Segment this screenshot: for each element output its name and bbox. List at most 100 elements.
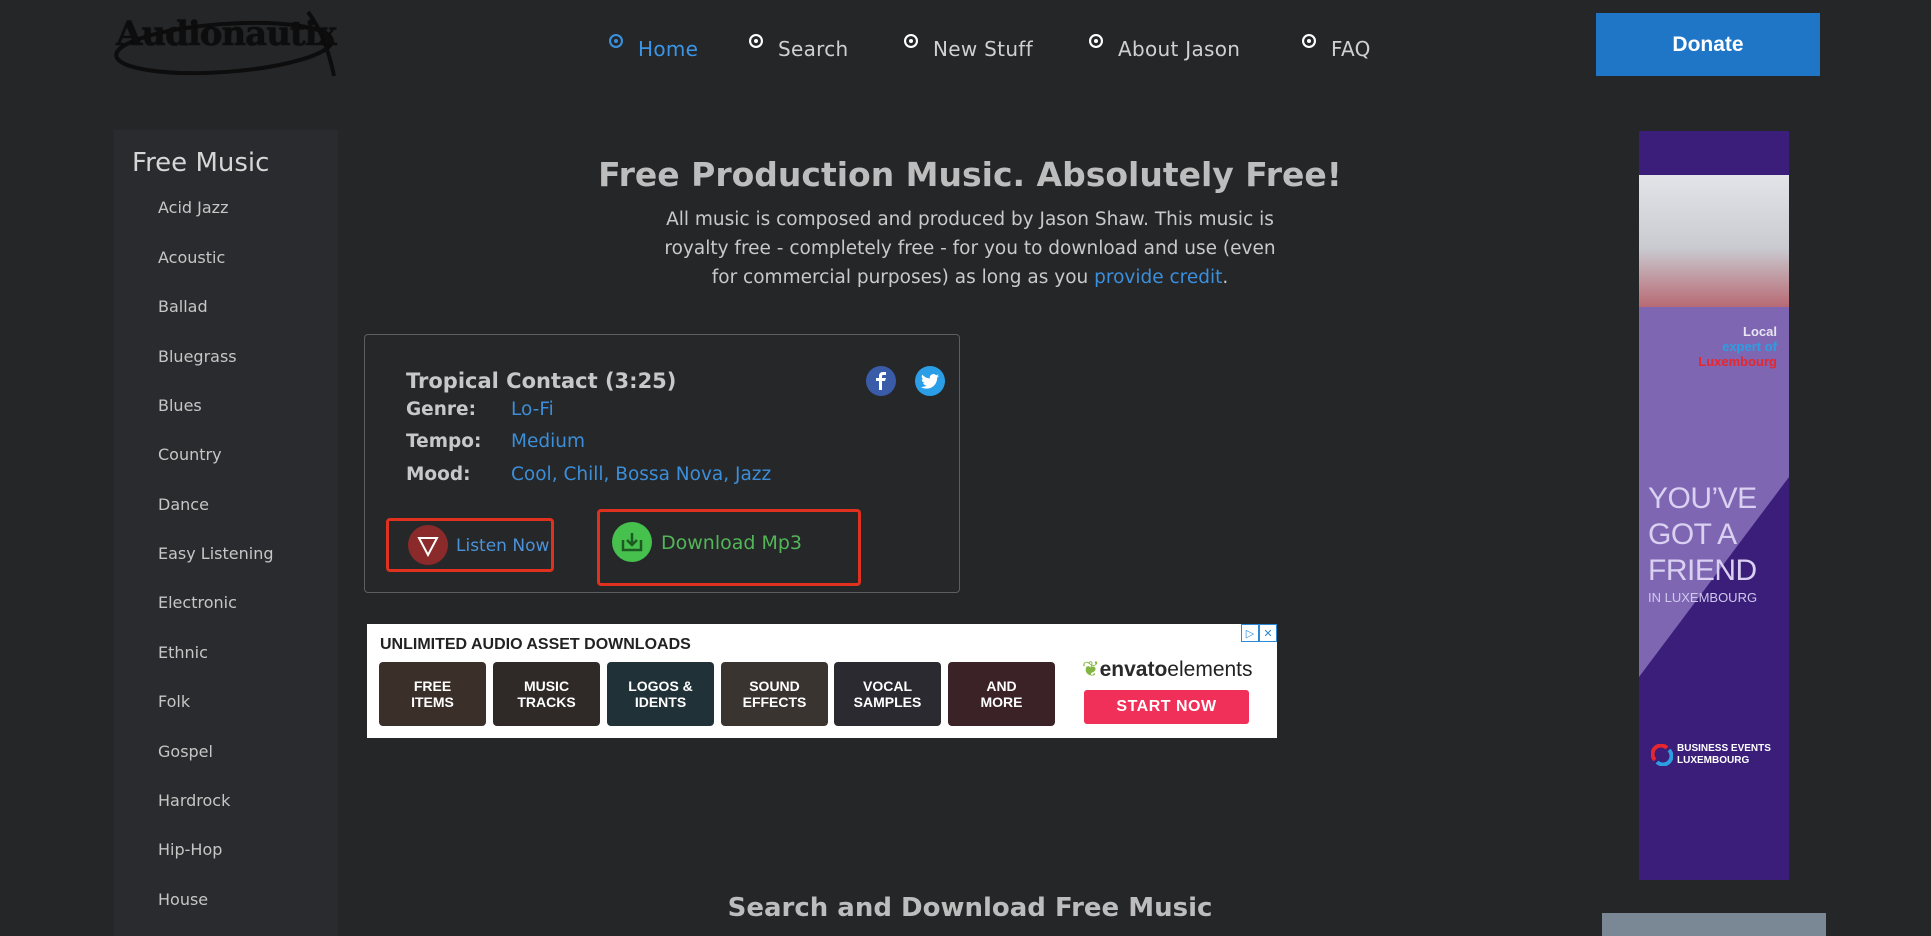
ad-tile-line: LOGOS & <box>628 678 693 694</box>
business-events-logo-icon <box>1651 744 1673 766</box>
ad-tile-logos-idents[interactable]: LOGOS & IDENTS <box>607 662 714 726</box>
mood-links[interactable]: Cool, Chill, Bossa Nova, Jazz <box>511 464 771 485</box>
luxembourg-side-ad[interactable]: Local expert of Luxembourg YOU’VE GOT A … <box>1639 131 1789 880</box>
sidebar-title: Free Music <box>132 148 270 178</box>
sidebar-item-ballad[interactable]: Ballad <box>158 297 208 316</box>
page-title: Free Production Music. Absolutely Free! <box>598 155 1342 194</box>
sidebar-item-gospel[interactable]: Gospel <box>158 742 213 761</box>
ad-local-line: Local <box>1743 324 1777 339</box>
ad-expert-line: expert of <box>1722 339 1777 354</box>
ad-tile-line: AND <box>986 678 1017 694</box>
intro-line-3: for commercial purposes) as long as you <box>711 267 1095 288</box>
sidebar-item-bluegrass[interactable]: Bluegrass <box>158 347 237 366</box>
ad-tile-vocal-samples[interactable]: VOCAL SAMPLES <box>834 662 941 726</box>
start-now-button[interactable]: START NOW <box>1084 690 1249 724</box>
ad-tile-line: EFFECTS <box>742 694 807 710</box>
twitter-share-icon[interactable] <box>915 366 945 396</box>
ad-lux-line: Luxembourg <box>1698 354 1777 369</box>
ad-local-text: Local expert of Luxembourg <box>1698 324 1777 369</box>
nav-about-jason-label: About Jason <box>1118 37 1241 61</box>
listen-now-label: Listen Now <box>456 536 550 556</box>
mood-label: Mood: <box>406 464 471 485</box>
ad-tile-line: SAMPLES <box>853 694 922 710</box>
genre-label: Genre: <box>406 399 476 420</box>
nav-bullet-icon <box>1302 34 1316 48</box>
download-icon <box>612 522 652 562</box>
search-section-heading: Search and Download Free Music <box>727 893 1213 923</box>
nav-bullet-icon <box>904 34 918 48</box>
ad-tile-sound-effects[interactable]: SOUND EFFECTS <box>721 662 828 726</box>
ad-brand-line-2: LUXEMBOURG <box>1677 755 1750 766</box>
ad-tile-line: ITEMS <box>411 694 454 710</box>
ad-choices[interactable]: ▷ ✕ <box>1241 624 1277 642</box>
genre-link[interactable]: Lo-Fi <box>511 399 554 420</box>
nav-faq-label: FAQ <box>1331 37 1371 61</box>
intro-period: . <box>1222 267 1229 288</box>
ad-tile-line: MORE <box>980 694 1023 710</box>
ad-photo <box>1639 175 1789 307</box>
ad-tile-line: SOUND <box>749 678 800 694</box>
tempo-link[interactable]: Medium <box>511 431 585 452</box>
sidebar-item-folk[interactable]: Folk <box>158 692 190 711</box>
ad-tile-line: FREE <box>413 678 452 694</box>
ad-brand-line-1: BUSINESS EVENTS <box>1677 743 1771 754</box>
ad-big-line-3: FRIEND <box>1648 554 1757 587</box>
play-triangle-icon <box>408 525 448 565</box>
logo-text: Audionautix <box>116 14 337 54</box>
ad-tile-and-more[interactable]: AND MORE <box>948 662 1055 726</box>
nav-new-stuff-label: New Stuff <box>933 37 1033 61</box>
sidebar-item-acoustic[interactable]: Acoustic <box>158 248 225 267</box>
nav-home[interactable]: Home <box>609 30 698 61</box>
nav-bullet-icon <box>609 34 623 48</box>
sidebar-item-blues[interactable]: Blues <box>158 396 202 415</box>
envato-ad-banner[interactable]: UNLIMITED AUDIO ASSET DOWNLOADS FREE ITEM… <box>367 624 1277 738</box>
sidebar-item-hardrock[interactable]: Hardrock <box>158 791 230 810</box>
ad-close-icon[interactable]: ✕ <box>1259 624 1277 642</box>
sidebar-item-easy-listening[interactable]: Easy Listening <box>158 544 274 563</box>
ad-tile-line: IDENTS <box>634 694 687 710</box>
adchoices-icon[interactable]: ▷ <box>1241 624 1259 642</box>
donate-button[interactable]: Donate <box>1596 13 1820 76</box>
sidebar-item-country[interactable]: Country <box>158 445 222 464</box>
nav-bullet-icon <box>1089 34 1103 48</box>
nav-search-label: Search <box>778 37 849 61</box>
ad-headline: UNLIMITED AUDIO ASSET DOWNLOADS <box>380 636 691 653</box>
ad-tile-line: MUSIC <box>523 678 570 694</box>
sidebar-item-hip-hop[interactable]: Hip-Hop <box>158 840 222 859</box>
nav-new-stuff[interactable]: New Stuff <box>904 30 1033 61</box>
provide-credit-link[interactable]: provide credit <box>1094 267 1222 288</box>
nav-home-label: Home <box>638 37 699 61</box>
facebook-share-icon[interactable] <box>866 366 896 396</box>
nav-about-jason[interactable]: About Jason <box>1089 30 1240 61</box>
sidebar-item-electronic[interactable]: Electronic <box>158 593 237 612</box>
second-side-ad[interactable] <box>1602 913 1826 936</box>
ad-tile-music-tracks[interactable]: MUSIC TRACKS <box>493 662 600 726</box>
sidebar-item-dance[interactable]: Dance <box>158 495 209 514</box>
ad-tile-line: VOCAL <box>863 678 912 694</box>
sidebar-item-house[interactable]: House <box>158 890 208 909</box>
elements-wordmark: elements <box>1167 658 1253 681</box>
intro-line-1: All music is composed and produced by Ja… <box>666 209 1274 230</box>
intro-text: All music is composed and produced by Ja… <box>650 205 1290 292</box>
download-mp3-label: Download Mp3 <box>661 532 803 554</box>
envato-logo: ❦envatoelements <box>1082 657 1253 682</box>
nav-bullet-icon <box>749 34 763 48</box>
track-card: Tropical Contact (3:25) Genre: Lo-Fi Tem… <box>364 334 960 593</box>
nav-faq[interactable]: FAQ <box>1302 30 1371 61</box>
track-title: Tropical Contact (3:25) <box>406 369 677 393</box>
envato-leaf-icon: ❦ <box>1082 658 1100 681</box>
site-logo[interactable]: Audionautix <box>112 6 342 82</box>
intro-line-2: royalty free - completely free - for you… <box>664 238 1276 259</box>
ad-brand: BUSINESS EVENTS LUXEMBOURG <box>1651 743 1771 767</box>
envato-wordmark: envato <box>1099 658 1168 681</box>
download-mp3-button[interactable]: Download Mp3 <box>597 509 861 586</box>
sidebar-item-ethnic[interactable]: Ethnic <box>158 643 208 662</box>
nav-search[interactable]: Search <box>749 30 849 61</box>
listen-now-button[interactable]: Listen Now <box>386 518 554 572</box>
sidebar-item-acid-jazz[interactable]: Acid Jazz <box>158 198 228 217</box>
ad-big-line-2: GOT A <box>1648 518 1737 551</box>
genre-sidebar: Free Music Acid Jazz Acoustic Ballad Blu… <box>114 130 338 936</box>
ad-small-text: IN LUXEMBOURG <box>1648 590 1758 605</box>
ad-tile-free-items[interactable]: FREE ITEMS <box>379 662 486 726</box>
ad-tile-line: TRACKS <box>517 694 576 710</box>
